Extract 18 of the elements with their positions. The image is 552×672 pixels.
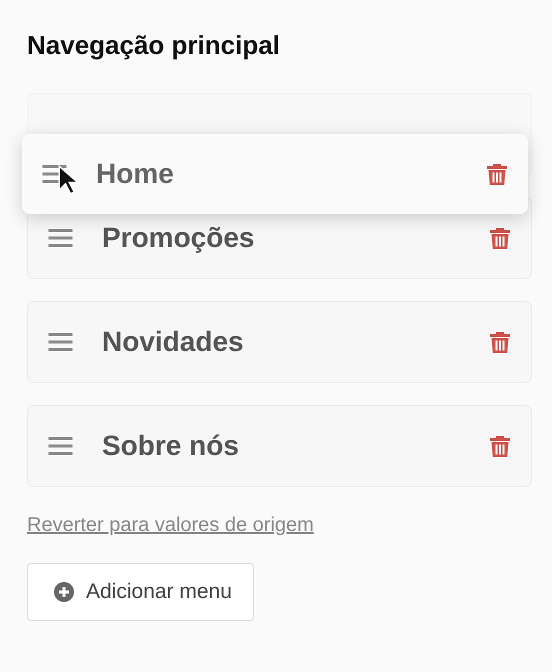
section-title: Navegação principal bbox=[27, 29, 280, 62]
trash-icon[interactable] bbox=[489, 330, 511, 354]
menu-item-label: Promoções bbox=[102, 222, 256, 254]
drag-handle-icon[interactable] bbox=[48, 228, 73, 248]
trash-icon[interactable] bbox=[489, 226, 511, 250]
trash-icon[interactable] bbox=[489, 434, 511, 458]
dragged-menu-item[interactable]: Home bbox=[22, 134, 528, 214]
menu-item-label: Home bbox=[96, 158, 175, 190]
menu-item[interactable]: Sobre nós bbox=[27, 405, 532, 487]
plus-circle-icon bbox=[54, 582, 74, 602]
menu-item[interactable]: Novidades bbox=[27, 301, 532, 383]
drag-handle-icon[interactable] bbox=[48, 436, 73, 456]
add-menu-button[interactable]: Adicionar menu bbox=[27, 563, 254, 621]
menu-item-label: Novidades bbox=[102, 326, 245, 358]
menu-item-label: Sobre nós bbox=[102, 430, 240, 462]
mouse-cursor-icon bbox=[58, 165, 78, 195]
trash-icon[interactable] bbox=[486, 162, 508, 186]
drag-handle-icon[interactable] bbox=[48, 332, 73, 352]
